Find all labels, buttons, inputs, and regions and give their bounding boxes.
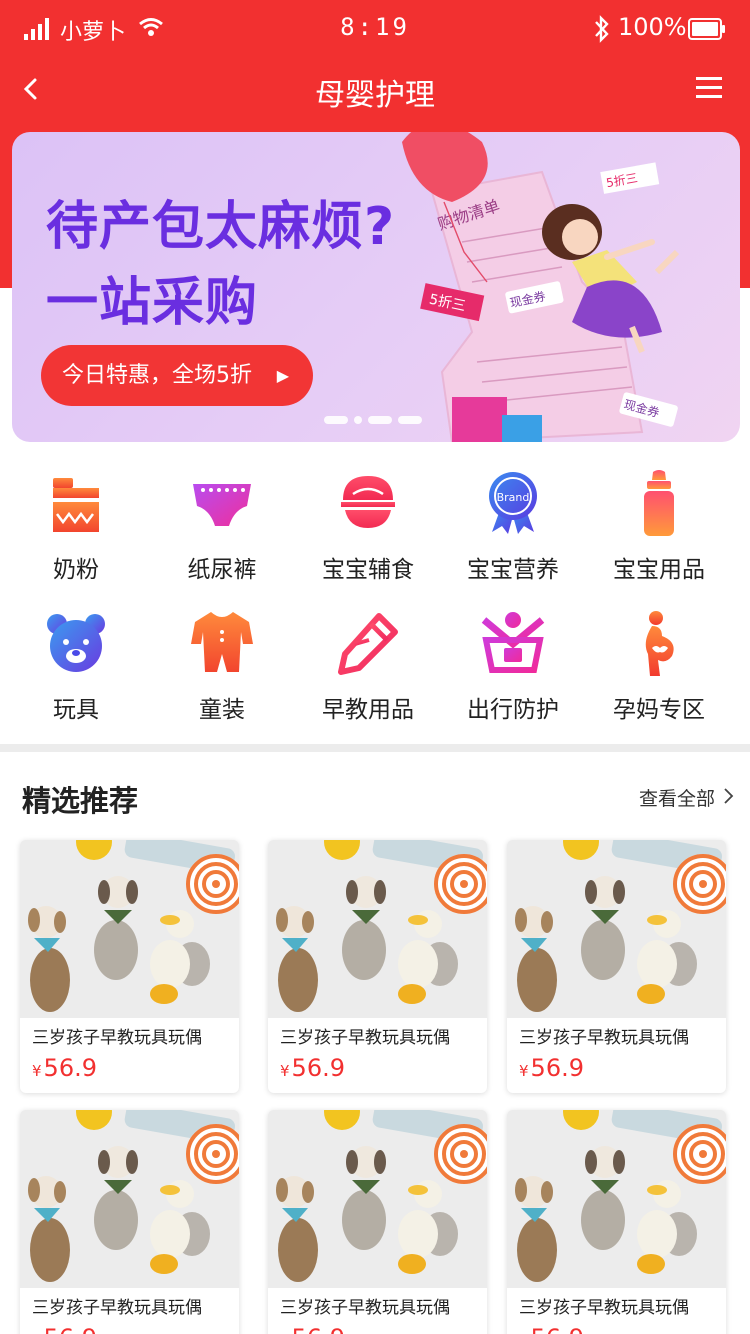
section-title: 精选推荐 (22, 784, 139, 818)
bear-toy-icon (47, 614, 105, 672)
category-travel-safety[interactable]: 出行防护 (440, 602, 586, 723)
carousel-dots (324, 416, 424, 424)
category-label: 纸尿裤 (187, 557, 257, 583)
banner-subheadline: 一站采购 (46, 273, 259, 333)
pregnant-icon (645, 611, 674, 676)
discount-tag-top: 5折三 (600, 162, 660, 194)
product-price: ¥56.9 (519, 1324, 584, 1334)
product-card[interactable]: 三岁孩子早教玩具玩偶 ¥56.9 (507, 840, 726, 1093)
pencil-icon (338, 613, 398, 675)
currency-symbol: ¥ (32, 1062, 42, 1080)
see-all-link[interactable]: 查看全部 (639, 784, 715, 811)
product-image[interactable] (268, 1110, 487, 1288)
product-image[interactable] (20, 840, 239, 1018)
product-card[interactable]: 三岁孩子早教玩具玩偶 ¥56.9 (20, 840, 239, 1093)
category-toys[interactable]: 玩具 (3, 602, 149, 723)
category-nutrition[interactable]: Brand 宝宝营养 (440, 462, 586, 583)
section-divider (0, 744, 750, 752)
product-grid: 三岁孩子早教玩具玩偶 ¥56.9 三岁孩子早教玩具玩偶 ¥56.9 三岁孩子早教… (0, 840, 750, 1334)
product-price: ¥56.9 (280, 1324, 345, 1334)
category-label: 宝宝辅食 (322, 557, 414, 583)
product-name[interactable]: 三岁孩子早教玩具玩偶 (32, 1023, 202, 1048)
navigation-bar: 母婴护理 (0, 58, 750, 122)
menu-icon[interactable] (694, 74, 724, 102)
baby-clothes-icon (191, 612, 253, 672)
category-grid: 奶粉 纸尿裤 宝宝辅食 Brand 宝宝营养 宝宝用品 玩具 童装 早教用品 出… (0, 462, 750, 723)
product-price: ¥56.9 (32, 1054, 97, 1082)
svg-text:Brand: Brand (497, 491, 530, 504)
product-name[interactable]: 三岁孩子早教玩具玩偶 (280, 1023, 450, 1048)
nutrition-badge-icon: Brand (489, 472, 537, 534)
category-label: 早教用品 (322, 697, 414, 723)
category-diaper[interactable]: 纸尿裤 (149, 462, 295, 583)
page-title: 母婴护理 (315, 78, 435, 113)
category-label: 出行防护 (467, 697, 559, 723)
price-amount: 56.9 (44, 1324, 97, 1334)
category-maternity[interactable]: 孕妈专区 (586, 602, 732, 723)
product-name[interactable]: 三岁孩子早教玩具玩偶 (519, 1023, 689, 1048)
banner-illustration: 购物清单 5折三 5折三 现金券 现金券 (402, 132, 680, 442)
chevron-right-icon[interactable] (722, 787, 734, 805)
cta-arrow-icon: ▶ (276, 366, 289, 385)
product-name[interactable]: 三岁孩子早教玩具玩偶 (280, 1293, 450, 1318)
product-name[interactable]: 三岁孩子早教玩具玩偶 (32, 1293, 202, 1318)
milk-powder-icon (53, 478, 99, 532)
banner-cta-label: 今日特惠，全场5折 (62, 363, 252, 388)
banner-cta-button[interactable]: 今日特惠，全场5折 ▶ (41, 345, 313, 406)
price-amount: 56.9 (43, 1054, 97, 1082)
category-baby-supplies[interactable]: 宝宝用品 (586, 462, 732, 583)
product-image[interactable] (507, 840, 726, 1018)
category-baby-food[interactable]: 宝宝辅食 (295, 462, 441, 583)
product-price: ¥56.9 (32, 1324, 97, 1334)
carousel-dot[interactable] (398, 416, 422, 424)
currency-symbol: ¥ (519, 1062, 529, 1080)
category-label: 宝宝用品 (613, 557, 705, 583)
product-card[interactable]: 三岁孩子早教玩具玩偶 ¥56.9 (268, 1110, 487, 1334)
carousel-dot[interactable] (324, 416, 348, 424)
diaper-icon (193, 484, 251, 526)
currency-symbol: ¥ (280, 1062, 290, 1080)
carousel-dot[interactable] (354, 416, 362, 424)
product-price: ¥56.9 (519, 1054, 584, 1082)
baby-bottle-icon (644, 470, 674, 536)
battery-icon (688, 18, 725, 40)
product-image[interactable] (268, 840, 487, 1018)
price-amount: 56.9 (530, 1054, 584, 1082)
stroller-icon (481, 612, 545, 673)
product-card[interactable]: 三岁孩子早教玩具玩偶 ¥56.9 (20, 1110, 239, 1334)
banner-headline: 待产包太麻烦? (46, 197, 396, 257)
price-amount: 56.9 (291, 1054, 345, 1082)
baby-food-icon (341, 476, 395, 528)
promo-banner[interactable]: 待产包太麻烦? 一站采购 今日特惠，全场5折 ▶ 购物清单 5折三 5折三 现金… (12, 132, 740, 442)
category-label: 孕妈专区 (613, 697, 705, 723)
price-amount: 56.9 (531, 1324, 584, 1334)
category-milk-powder[interactable]: 奶粉 (3, 462, 149, 583)
carousel-dot[interactable] (368, 416, 392, 424)
category-label: 玩具 (53, 697, 99, 723)
product-image[interactable] (507, 1110, 726, 1288)
product-name[interactable]: 三岁孩子早教玩具玩偶 (519, 1293, 689, 1318)
bluetooth-icon (595, 15, 609, 43)
category-early-education[interactable]: 早教用品 (295, 602, 441, 723)
product-price: ¥56.9 (280, 1054, 345, 1082)
category-label: 童装 (199, 697, 245, 723)
product-card[interactable]: 三岁孩子早教玩具玩偶 ¥56.9 (268, 840, 487, 1093)
category-label: 奶粉 (53, 557, 99, 583)
product-card[interactable]: 三岁孩子早教玩具玩偶 ¥56.9 (507, 1110, 726, 1334)
battery-percent: 100% (618, 13, 687, 41)
category-label: 宝宝营养 (467, 557, 559, 583)
price-amount: 56.9 (292, 1324, 345, 1334)
category-kids-clothing[interactable]: 童装 (149, 602, 295, 723)
status-bar: 小萝卜 8:19 100% (0, 0, 750, 58)
product-image[interactable] (20, 1110, 239, 1288)
